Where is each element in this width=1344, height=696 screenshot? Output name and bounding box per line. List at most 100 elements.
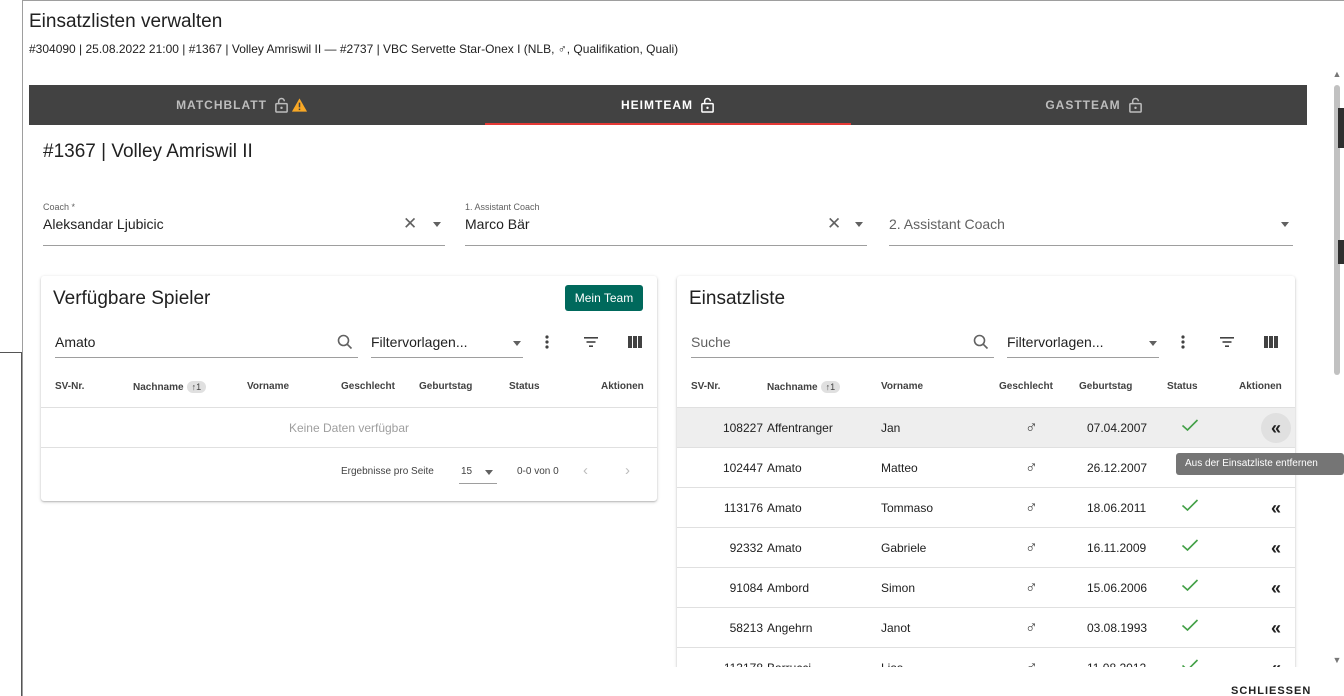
search-icon[interactable]: [337, 334, 353, 350]
rows-per-page-label: Ergebnisse pro Seite: [341, 466, 434, 477]
chevron-left-icon[interactable]: ‹: [583, 462, 588, 479]
male-icon: ♂: [1025, 458, 1038, 477]
remove-from-lineup-button[interactable]: «: [1261, 413, 1291, 443]
chevron-down-icon[interactable]: [1281, 222, 1289, 227]
chevron-down-icon[interactable]: [855, 222, 863, 227]
chevron-right-icon[interactable]: ›: [625, 462, 630, 479]
search-icon[interactable]: [973, 334, 989, 350]
check-icon: [1181, 659, 1199, 667]
match-info: #304090 | 25.08.2022 21:00 | #1367 | Vol…: [29, 42, 679, 56]
col-nachname-label: Nachname: [133, 382, 184, 393]
available-filter-select[interactable]: Filtervorlagen...: [371, 326, 523, 358]
col-nachname[interactable]: Nachname ↑1: [767, 381, 841, 393]
remove-from-lineup-button[interactable]: «: [1261, 613, 1291, 643]
assistant-coach-2-placeholder: 2. Assistant Coach: [889, 216, 1005, 232]
table-row[interactable]: 92332 Amato Gabriele ♂ 16.11.2009 «: [677, 528, 1295, 568]
cell-vorname: Matteo: [881, 461, 918, 475]
assistant-coach-1-select[interactable]: 1. Assistant Coach Marco Bär ✕: [465, 202, 867, 246]
chevron-down-icon: [485, 470, 493, 475]
lineup-search-placeholder: Suche: [691, 334, 731, 350]
remove-from-lineup-button[interactable]: «: [1261, 493, 1291, 523]
cell-vorname: Janot: [881, 621, 911, 635]
team-title: #1367 | Volley Amriswil II: [43, 141, 253, 162]
rows-per-page-value: 15: [461, 466, 473, 477]
filter-list-icon[interactable]: [583, 334, 599, 350]
assistant-coach-1-value: Marco Bär: [465, 216, 530, 232]
sort-badge: ↑1: [186, 381, 207, 393]
cell-geburtstag: 03.08.1993: [1087, 621, 1148, 635]
pagination-range: 0-0 von 0: [517, 466, 559, 477]
col-vorname[interactable]: Vorname: [881, 381, 923, 392]
scroll-up-icon[interactable]: ▲: [1332, 69, 1342, 79]
my-team-button[interactable]: Mein Team: [565, 285, 643, 311]
cell-vorname: Jan: [881, 421, 901, 435]
chevron-down-icon: [513, 341, 521, 346]
dialog-title: Einsatzlisten verwalten: [29, 11, 223, 32]
col-nachname[interactable]: Nachname ↑1: [133, 381, 207, 393]
table-row[interactable]: 108227 Affentranger Jan ♂ 07.04.2007 «: [677, 408, 1295, 448]
available-filter-placeholder: Filtervorlagen...: [371, 334, 468, 350]
assistant-coach-2-select[interactable]: 2. Assistant Coach: [889, 202, 1293, 246]
table-row[interactable]: 91084 Ambord Simon ♂ 15.06.2006 «: [677, 568, 1295, 608]
chevron-down-icon[interactable]: [433, 222, 441, 227]
lock-icon: [274, 97, 289, 113]
clear-icon[interactable]: ✕: [827, 214, 841, 234]
dialog-content: MATCHBLATT HEIMTEAM GASTTEAM #1367 | Vol…: [23, 83, 1329, 667]
remove-from-lineup-button[interactable]: «: [1261, 573, 1291, 603]
clear-icon[interactable]: ✕: [403, 214, 417, 234]
male-icon: ♂: [1025, 498, 1038, 517]
more-vert-icon[interactable]: [539, 334, 555, 350]
more-vert-icon[interactable]: [1175, 334, 1191, 350]
col-geschlecht[interactable]: Geschlecht: [999, 381, 1053, 392]
coach-select[interactable]: Coach * Aleksandar Ljubicic ✕: [43, 202, 445, 246]
male-icon: ♂: [1025, 658, 1038, 667]
scroll-down-icon[interactable]: ▼: [1332, 655, 1342, 665]
cell-nachname: Amato: [767, 501, 802, 515]
background-edge: [1338, 240, 1344, 264]
col-sv-nr[interactable]: SV-Nr.: [55, 381, 84, 392]
col-status[interactable]: Status: [509, 381, 540, 392]
cell-sv-nr: 91084: [729, 581, 763, 595]
filter-list-icon[interactable]: [1219, 334, 1235, 350]
cell-sv-nr: 102447: [722, 461, 763, 475]
tab-matchblatt[interactable]: MATCHBLATT: [29, 85, 455, 125]
col-status[interactable]: Status: [1167, 381, 1198, 392]
col-sv-nr[interactable]: SV-Nr.: [691, 381, 720, 392]
close-button[interactable]: SCHLIESSEN: [1231, 685, 1311, 696]
warning-icon: [291, 97, 308, 113]
col-aktionen: Aktionen: [1239, 381, 1282, 392]
tab-gastteam[interactable]: GASTTEAM: [881, 85, 1307, 125]
sort-badge: ↑1: [820, 381, 841, 393]
lineup-filter-select[interactable]: Filtervorlagen...: [1007, 326, 1159, 358]
check-icon: [1181, 499, 1199, 512]
remove-from-lineup-button[interactable]: «: [1261, 533, 1291, 563]
rows-per-page-select[interactable]: 15: [459, 460, 497, 484]
available-players-card: Verfügbare Spieler Mein Team Amato Filte…: [41, 276, 657, 501]
col-vorname[interactable]: Vorname: [247, 381, 289, 392]
lock-icon: [700, 97, 715, 113]
cell-vorname: Lias: [881, 661, 903, 667]
view-column-icon[interactable]: [1263, 334, 1279, 350]
lineup-search-input[interactable]: Suche: [691, 326, 994, 358]
cell-geburtstag: 15.06.2006: [1087, 581, 1148, 595]
table-row[interactable]: 58213 Angehrn Janot ♂ 03.08.1993 «: [677, 608, 1295, 648]
backdrop: [0, 0, 22, 696]
empty-state: Keine Daten verfügbar: [41, 408, 657, 448]
cell-geburtstag: 26.12.2007: [1087, 461, 1148, 475]
check-icon: [1181, 539, 1199, 552]
male-icon: ♂: [1025, 578, 1038, 597]
dialog-scrollbar[interactable]: ▲ ▼: [1329, 69, 1344, 669]
table-row[interactable]: 113176 Amato Tommaso ♂ 18.06.2011 «: [677, 488, 1295, 528]
col-geburtstag[interactable]: Geburtstag: [1079, 381, 1132, 392]
available-search-input[interactable]: Amato: [55, 326, 358, 358]
backdrop-edge: [0, 352, 22, 696]
tab-heimteam[interactable]: HEIMTEAM: [455, 85, 881, 125]
remove-from-lineup-button[interactable]: «: [1261, 653, 1291, 668]
col-geschlecht[interactable]: Geschlecht: [341, 381, 395, 392]
table-row[interactable]: 113178 Barrucci Lias ♂ 11.08.2012 «: [677, 648, 1295, 667]
view-column-icon[interactable]: [627, 334, 643, 350]
cell-sv-nr: 108227: [722, 421, 763, 435]
col-geburtstag[interactable]: Geburtstag: [419, 381, 472, 392]
coach-value: Aleksandar Ljubicic: [43, 216, 164, 232]
cell-sv-nr: 58213: [729, 621, 763, 635]
